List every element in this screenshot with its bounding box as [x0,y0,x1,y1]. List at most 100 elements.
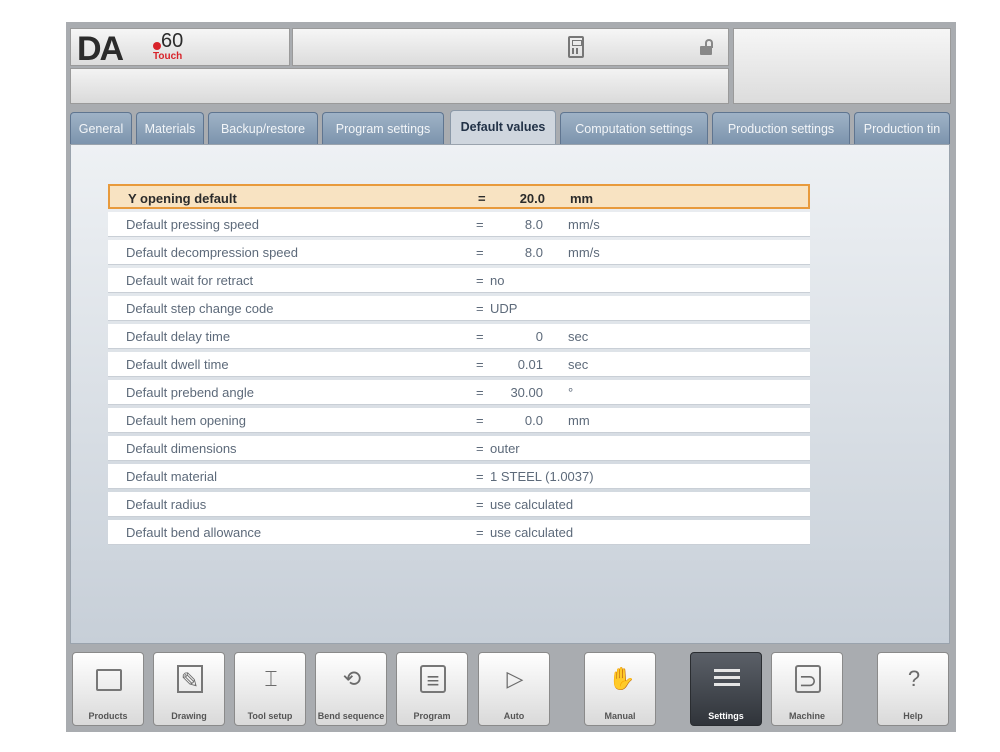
setting-label: Default bend allowance [126,525,262,540]
setting-row-pressing-speed[interactable]: Default pressing speed = 8.0 mm/s [108,212,810,237]
setting-value: 30.00 [510,385,543,400]
tab-production-settings[interactable]: Production settings [712,112,850,144]
setting-label: Default delay time [126,329,231,344]
logo: DA 60 Touch [70,28,290,68]
setting-row-material[interactable]: Default material = 1 STEEL (1.0037) [108,464,810,489]
setting-unit: mm/s [568,217,600,232]
setting-row-dwell-time[interactable]: Default dwell time = 0.01 sec [108,352,810,377]
tab-program-settings[interactable]: Program settings [322,112,444,144]
settings-button[interactable]: Settings [690,652,762,726]
logo-brand: DA [77,30,124,68]
toolbar-label: Manual [604,711,636,721]
setting-label: Default decompression speed [126,245,298,260]
setting-unit: sec [568,357,589,372]
setting-equals: = [476,301,484,316]
manual-button[interactable]: ✋ Manual [584,652,656,726]
setting-unit: mm/s [568,245,600,260]
setting-row-dimensions[interactable]: Default dimensions = outer [108,436,810,461]
toolbar-label: Auto [503,711,525,721]
setting-label: Default pressing speed [126,217,259,232]
toolbar-label: Settings [708,711,744,721]
drawing-icon: ✎ [177,665,203,693]
setting-equals: = [476,469,484,484]
setting-equals: = [476,385,484,400]
setting-equals: = [476,217,484,232]
auto-button[interactable]: ▷ Auto [478,652,550,726]
setting-row-radius[interactable]: Default radius = use calculated [108,492,810,517]
toolbar-label: Machine [788,711,825,721]
bend-sequence-button[interactable]: ⟲ Bend sequence [315,652,387,726]
header-right-panel [733,28,951,104]
unlock-icon[interactable] [700,39,714,57]
setting-label: Default dimensions [126,441,237,456]
toolbar-label: Tool setup [247,711,293,721]
setting-label: Y opening default [128,191,237,206]
toolbar-label: Bend sequence [317,711,385,721]
setting-equals: = [478,191,486,206]
setting-row-decompression-speed[interactable]: Default decompression speed = 8.0 mm/s [108,240,810,265]
tab-computation-settings[interactable]: Computation settings [560,112,708,144]
setting-value: 8.0 [524,245,543,260]
toolbar-label: Products [88,711,128,721]
machine-icon: ⊃ [795,665,821,693]
setting-value: 0.01 [517,357,543,372]
program-button[interactable]: ≡ Program [396,652,468,726]
setting-label: Default wait for retract [126,273,254,288]
setting-row-delay-time[interactable]: Default delay time = 0 sec [108,324,810,349]
setting-equals: = [476,441,484,456]
tab-backup-restore[interactable]: Backup/restore [208,112,318,144]
setting-equals: = [476,329,484,344]
setting-row-prebend-angle[interactable]: Default prebend angle = 30.00 ° [108,380,810,405]
tab-materials[interactable]: Materials [136,112,204,144]
bend-sequence-icon: ⟲ [342,666,362,691]
setting-row-y-opening[interactable]: Y opening default = 20.0 mm [108,184,810,209]
setting-row-step-change-code[interactable]: Default step change code = UDP [108,296,810,321]
tool-setup-button[interactable]: ⌶ Tool setup [234,652,306,726]
tool-setup-icon: ⌶ [264,666,278,691]
setting-unit: mm [570,191,594,206]
calculator-icon[interactable] [568,36,584,58]
setting-equals: = [476,273,484,288]
machine-button[interactable]: ⊃ Machine [771,652,843,726]
tab-general[interactable]: General [70,112,132,144]
toolbar-label: Program [413,711,451,721]
setting-value: 0.0 [524,413,543,428]
toolbar-label: Drawing [171,711,207,721]
tab-production-time[interactable]: Production tin [854,112,950,144]
setting-label: Default material [126,469,218,484]
settings-list-icon [714,669,740,689]
logo-dot [153,42,161,50]
setting-row-bend-allowance[interactable]: Default bend allowance = use calculated [108,520,810,545]
header-status-bar [292,28,729,66]
setting-label: Default prebend angle [126,385,254,400]
header-message-bar [70,68,729,104]
setting-value: use calculated [490,497,574,512]
products-button[interactable]: Products [72,652,144,726]
setting-equals: = [476,413,484,428]
folder-icon [96,669,122,691]
setting-label: Default hem opening [126,413,246,428]
tab-default-values[interactable]: Default values [450,110,556,146]
tab-bar: General Materials Backup/restore Program… [70,110,950,146]
setting-label: Default step change code [126,301,274,316]
logo-model: 60 [161,30,184,52]
setting-unit: mm [568,413,590,428]
hand-icon: ✋ [608,666,636,691]
help-icon: ? [907,666,921,691]
help-button[interactable]: ? Help [877,652,949,726]
setting-unit: ° [568,385,574,400]
setting-row-wait-for-retract[interactable]: Default wait for retract = no [108,268,810,293]
drawing-button[interactable]: ✎ Drawing [153,652,225,726]
setting-equals: = [476,497,484,512]
program-icon: ≡ [420,665,446,693]
setting-value: outer [490,441,520,456]
setting-value: no [490,273,505,288]
logo-sub: Touch [153,51,183,62]
setting-value: use calculated [490,525,574,540]
setting-equals: = [476,525,484,540]
setting-row-hem-opening[interactable]: Default hem opening = 0.0 mm [108,408,810,433]
setting-value: 8.0 [524,217,543,232]
play-icon: ▷ [506,666,524,691]
setting-value: 0 [535,329,543,344]
setting-equals: = [476,245,484,260]
